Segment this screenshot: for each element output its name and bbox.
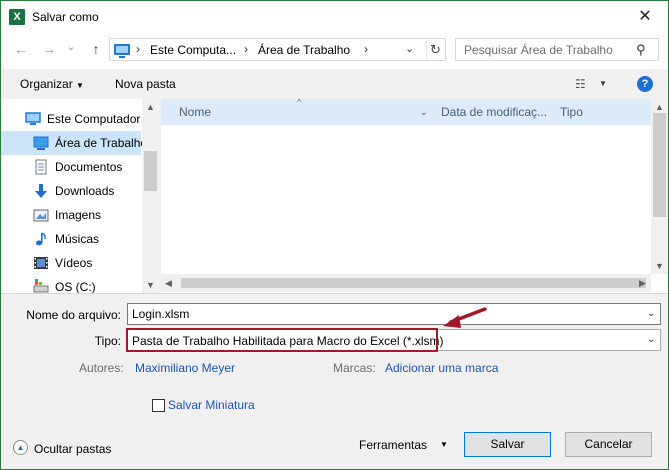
column-header-date-modified[interactable]: Data de modificaç... — [441, 99, 547, 125]
chevron-down-icon: ▼ — [76, 81, 84, 90]
save-button[interactable]: Salvar — [464, 432, 551, 457]
pane-divider — [1, 293, 668, 294]
highlight-box — [126, 328, 438, 352]
back-button[interactable]: ← — [11, 39, 31, 59]
videos-icon — [33, 255, 49, 271]
tools-label: Ferramentas — [359, 438, 428, 452]
authors-value[interactable]: Maximiliano Meyer — [135, 361, 235, 375]
chevron-down-icon[interactable]: ⌄ — [647, 308, 655, 319]
sidebar-item-drive-c[interactable]: OS (C:) — [1, 275, 141, 299]
scroll-down-arrow-icon[interactable]: ▼ — [655, 261, 664, 271]
breadcrumb-separator-icon: › — [244, 42, 248, 56]
organize-label: Organizar — [20, 77, 73, 91]
title-bar — [1, 1, 668, 33]
sidebar-item-music[interactable]: Músicas — [1, 227, 141, 251]
file-list[interactable] — [161, 99, 668, 294]
view-options-dropdown-icon[interactable]: ▼ — [599, 79, 607, 88]
desktop-icon — [114, 44, 130, 58]
address-dropdown-icon[interactable]: ⌄ — [405, 42, 414, 55]
up-button[interactable]: ↑ — [85, 39, 107, 59]
sidebar-item-downloads[interactable]: Downloads — [1, 179, 141, 203]
desktop-icon — [33, 135, 49, 151]
save-thumbnail-label[interactable]: Salvar Miniatura — [168, 398, 255, 412]
sort-ascending-icon: ^ — [297, 97, 302, 107]
help-icon[interactable]: ? — [637, 76, 653, 92]
scroll-left-arrow-icon[interactable]: ◀ — [165, 278, 172, 289]
breadcrumb-desktop[interactable]: Área de Trabalho — [258, 43, 350, 57]
tags-label: Marcas: — [333, 361, 376, 375]
save-thumbnail-checkbox[interactable] — [152, 399, 165, 412]
scroll-up-arrow-icon[interactable]: ▲ — [146, 102, 155, 112]
navigation-scrollbar-thumb[interactable] — [144, 151, 157, 191]
sidebar-item-label: Downloads — [55, 184, 115, 198]
authors-label: Autores: — [79, 361, 124, 375]
music-icon — [33, 231, 49, 247]
sidebar-item-label: Área de Trabalho — [55, 136, 148, 150]
sidebar-item-desktop[interactable]: Área de Trabalho — [1, 131, 147, 155]
search-box[interactable]: ⚲ — [455, 38, 659, 61]
column-filter-icon[interactable]: ⌄ — [420, 107, 428, 118]
sidebar-item-label: Imagens — [55, 208, 102, 222]
chevron-down-icon[interactable]: ⌄ — [647, 334, 655, 345]
scroll-down-arrow-icon[interactable]: ▼ — [146, 280, 155, 290]
forward-button[interactable]: → — [39, 39, 59, 59]
excel-icon: X — [9, 9, 25, 25]
sidebar-item-label: Este Computador — [47, 112, 141, 126]
pictures-icon — [33, 207, 49, 223]
sidebar-item-label: OS (C:) — [55, 280, 96, 294]
filename-input[interactable] — [132, 307, 632, 321]
column-divider[interactable] — [553, 99, 554, 125]
sidebar-item-documents[interactable]: Documentos — [1, 155, 141, 179]
column-divider[interactable] — [433, 99, 434, 125]
window-title: Salvar como — [32, 10, 99, 24]
navigation-scrollbar[interactable] — [142, 99, 159, 294]
breadcrumb-separator-icon: › — [136, 42, 140, 56]
file-list-vertical-scrollbar-thumb[interactable] — [653, 113, 666, 217]
filename-field[interactable]: ⌄ — [127, 303, 661, 325]
navigation-pane: Este Computador Área de Trabalho Documen… — [1, 99, 159, 294]
annotation-arrow-icon — [443, 307, 487, 328]
sidebar-item-label: Músicas — [55, 232, 100, 246]
breadcrumb-this-pc[interactable]: Este Computa... — [150, 43, 236, 57]
computer-icon — [25, 111, 41, 127]
sidebar-item-label: Documentos — [55, 160, 123, 174]
sidebar-item-label: Vídeos — [55, 256, 93, 270]
search-icon[interactable]: ⚲ — [636, 42, 646, 58]
hide-folders-button[interactable]: Ocultar pastas — [34, 442, 111, 456]
sidebar-item-videos[interactable]: Vídeos — [1, 251, 141, 275]
address-bar[interactable]: › Este Computa... › Área de Trabalho › ⌄… — [109, 38, 446, 61]
tools-menu[interactable]: Ferramentas — [359, 438, 427, 452]
file-type-label: Tipo: — [94, 334, 121, 348]
scroll-right-arrow-icon[interactable]: ▶ — [639, 278, 646, 289]
column-header-name[interactable]: Nome — [179, 99, 211, 125]
organize-menu[interactable]: Organizar ▼ — [20, 77, 84, 91]
tags-value[interactable]: Adicionar uma marca — [385, 361, 498, 375]
breadcrumb-separator-icon: › — [364, 42, 368, 56]
toolbar — [1, 69, 668, 99]
recent-locations-button[interactable]: ⌄ — [63, 37, 79, 57]
close-button[interactable]: ✕ — [631, 6, 659, 28]
sidebar-item-pictures[interactable]: Imagens — [1, 203, 141, 227]
filename-label: Nome do arquivo: — [26, 308, 121, 322]
scroll-up-arrow-icon[interactable]: ▲ — [655, 102, 664, 112]
new-folder-button[interactable]: Nova pasta — [115, 77, 176, 91]
sidebar-item-this-pc[interactable]: Este Computador — [1, 107, 141, 131]
column-header-type[interactable]: Tipo — [560, 99, 583, 125]
refresh-icon[interactable]: ↻ — [426, 40, 444, 59]
chevron-up-icon[interactable]: ▲ — [13, 440, 28, 455]
documents-icon — [33, 159, 49, 175]
view-options-icon[interactable]: ☷ — [575, 77, 586, 91]
downloads-icon — [33, 183, 49, 199]
save-as-dialog: X Salvar como ✕ ← → ⌄ ↑ › Este Computa..… — [0, 0, 669, 470]
search-input[interactable] — [464, 43, 634, 57]
tools-dropdown-icon[interactable]: ▼ — [440, 440, 448, 449]
cancel-button[interactable]: Cancelar — [565, 432, 652, 457]
file-list-horizontal-scrollbar-thumb[interactable] — [181, 278, 646, 288]
